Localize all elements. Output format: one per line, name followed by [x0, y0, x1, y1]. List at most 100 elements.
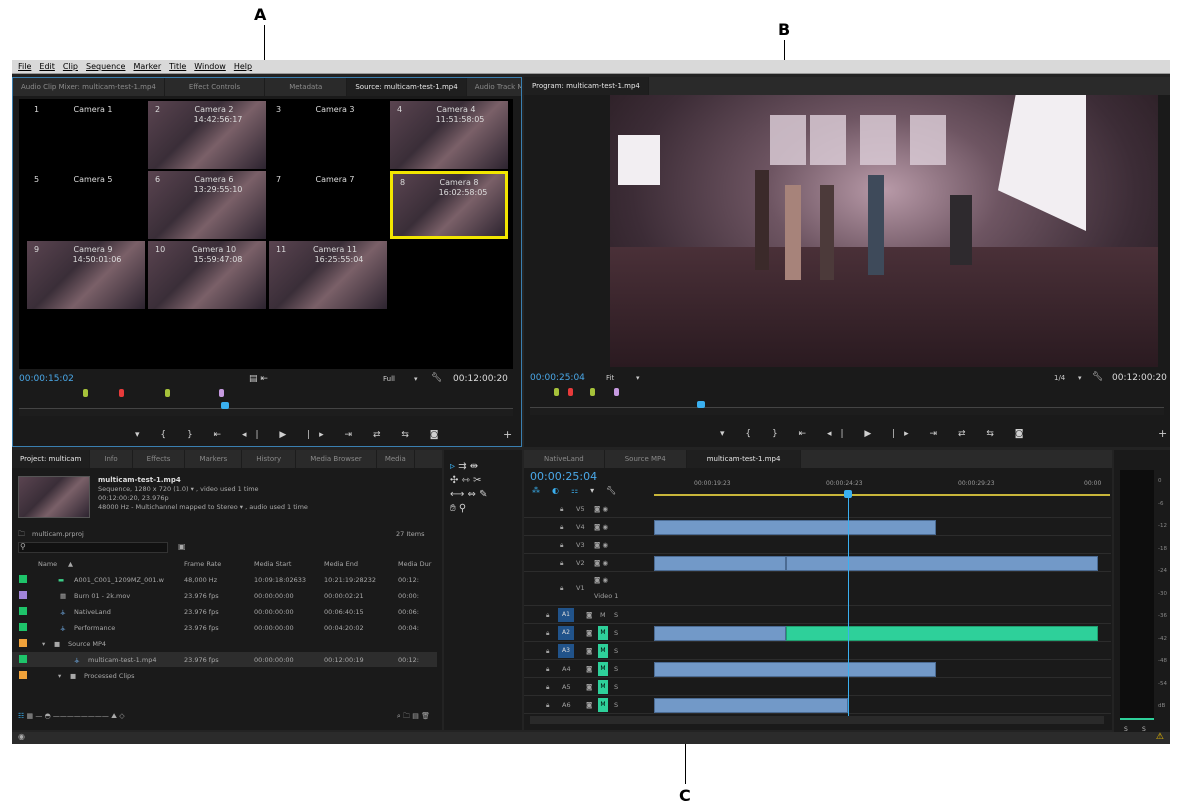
- lock-icon[interactable]: 🔒︎: [560, 505, 563, 514]
- track-v3[interactable]: 🔒︎ V3 ◙ ◉: [524, 536, 1111, 554]
- clip-thumbnail[interactable]: [18, 476, 90, 518]
- warning-icon[interactable]: ⚠: [1156, 732, 1164, 742]
- track-name[interactable]: A1: [558, 608, 574, 622]
- program-time-ruler[interactable]: [530, 407, 1164, 415]
- tab-history[interactable]: History: [242, 450, 297, 468]
- col-media-dur[interactable]: Media Dur: [398, 560, 431, 568]
- ripple-edit-icon[interactable]: ⇹: [470, 461, 478, 472]
- eye-icon[interactable]: ◙ ◉: [594, 541, 608, 549]
- lock-icon[interactable]: 🔒︎: [546, 701, 549, 710]
- project-row-selected[interactable]: ⚶ multicam-test-1.mp4 23.976 fps 00:00:0…: [12, 652, 437, 667]
- tab-media-browser[interactable]: Media Browser: [296, 450, 377, 468]
- eye-icon[interactable]: ◙ ◉: [594, 559, 608, 567]
- lock-icon[interactable]: 🔒︎: [560, 584, 563, 593]
- tab-nativeland[interactable]: NativeLand: [524, 450, 605, 468]
- tab-audio-track-mixer[interactable]: Audio Track M: [467, 78, 521, 96]
- track-a5[interactable]: 🔒︎ A5 ◙ M S: [524, 678, 1111, 696]
- menu-edit[interactable]: Edit: [39, 62, 55, 71]
- timeline-scrollbar[interactable]: [530, 716, 1104, 724]
- menu-clip[interactable]: Clip: [63, 62, 78, 71]
- mute-button[interactable]: M: [598, 698, 608, 712]
- marker[interactable]: [83, 389, 88, 397]
- lock-icon[interactable]: 🔒︎: [560, 559, 563, 568]
- tab-program[interactable]: Program: multicam-test-1.mp4: [524, 77, 649, 95]
- program-transport-controls[interactable]: ▾ { } ⇤ ◂| ▶ |▸ ⇥ ⇄ ⇆ ◙: [720, 429, 1033, 439]
- track-sync-icon[interactable]: ◙: [586, 629, 592, 637]
- menu-marker[interactable]: Marker: [133, 62, 161, 71]
- list-view-icon[interactable]: ☷: [18, 712, 24, 720]
- slide-tool-icon[interactable]: ⇔: [468, 489, 476, 500]
- marker[interactable]: [165, 389, 170, 397]
- lock-icon[interactable]: 🔒︎: [546, 629, 549, 638]
- lock-icon[interactable]: 🔒︎: [546, 647, 549, 656]
- track-v2[interactable]: 🔒︎ V2 ◙ ◉: [524, 554, 1111, 572]
- tab-effects[interactable]: Effects: [133, 450, 186, 468]
- camera-tile-5[interactable]: 5 Camera 5: [27, 171, 145, 239]
- menu-file[interactable]: File: [18, 62, 31, 71]
- mute-button[interactable]: M: [600, 611, 606, 619]
- camera-tile-6[interactable]: 6 Camera 6 13:29:55:10: [148, 171, 266, 239]
- source-add-button[interactable]: +: [503, 428, 512, 441]
- timeline-tool-icons[interactable]: ⁂◐⚏▾🔧︎: [532, 486, 628, 495]
- project-row[interactable]: ▦ Burn 01 - 2k.mov 23.976 fps 00:00:00:0…: [12, 588, 437, 603]
- camera-tile-9[interactable]: 9 Camera 9 14:50:01:06: [27, 241, 145, 309]
- track-select-icon[interactable]: ⇉: [458, 461, 466, 472]
- new-bin-icon[interactable]: ▣: [178, 542, 186, 551]
- hand-tool-icon[interactable]: ✋︎: [450, 503, 456, 514]
- marker[interactable]: [568, 388, 573, 396]
- track-sync-icon[interactable]: ◙: [586, 611, 592, 619]
- audio-clip-selected[interactable]: [786, 626, 1098, 641]
- marker[interactable]: [614, 388, 619, 396]
- rate-stretch-icon[interactable]: ⇿: [462, 475, 470, 486]
- track-a3[interactable]: 🔒︎ A3 ◙ M S: [524, 642, 1111, 660]
- marker[interactable]: [119, 389, 124, 397]
- track-v4[interactable]: 🔒︎ V4 ◙ ◉: [524, 518, 1111, 536]
- solo-button[interactable]: S: [614, 629, 618, 637]
- solo-button[interactable]: S: [614, 611, 618, 619]
- razor-icon[interactable]: ✂: [473, 475, 481, 486]
- tab-info[interactable]: Info: [90, 450, 133, 468]
- track-a1[interactable]: 🔒︎ A1 ◙ M S: [524, 606, 1111, 624]
- slip-tool-icon[interactable]: ⟷: [450, 489, 464, 500]
- lock-icon[interactable]: 🔒︎: [560, 541, 563, 550]
- col-media-start[interactable]: Media Start: [254, 560, 291, 568]
- lock-icon[interactable]: 🔒︎: [546, 611, 549, 620]
- project-row[interactable]: ▾ ■ Source MP4: [12, 636, 437, 651]
- menu-help[interactable]: Help: [234, 62, 252, 71]
- tab-source-mp4[interactable]: Source MP4: [605, 450, 687, 468]
- col-frame-rate[interactable]: Frame Rate: [184, 560, 221, 568]
- tab-effect-controls[interactable]: Effect Controls: [165, 78, 266, 96]
- camera-tile-11[interactable]: 11 Camera 11 16:25:55:04: [269, 241, 387, 309]
- project-search-input[interactable]: [18, 542, 168, 553]
- lock-icon[interactable]: 🔒︎: [546, 683, 549, 692]
- lock-icon[interactable]: 🔒︎: [560, 523, 563, 532]
- tab-metadata[interactable]: Metadata: [265, 78, 348, 96]
- eye-icon[interactable]: ◙ ◉: [594, 505, 608, 513]
- audio-clip[interactable]: [654, 626, 786, 641]
- marker[interactable]: [590, 388, 595, 396]
- col-media-end[interactable]: Media End: [324, 560, 358, 568]
- zoom-slider[interactable]: — ◓ ———————— ⛰ ◇: [35, 712, 124, 720]
- timeline-timecode[interactable]: 00:00:25:04: [530, 470, 597, 483]
- lock-icon[interactable]: 🔒︎: [546, 665, 549, 674]
- footer-actions[interactable]: ⌕ 🗀︎ ▤ 🗑︎: [397, 712, 430, 723]
- source-settings-icon[interactable]: ▤ ⇤: [249, 374, 268, 384]
- pen-tool-icon[interactable]: ✎: [479, 489, 487, 500]
- camera-tile-7[interactable]: 7 Camera 7: [269, 171, 387, 239]
- project-row[interactable]: ⚶ NativeLand 23.976 fps 00:00:00:00 00:0…: [12, 604, 437, 619]
- eye-icon[interactable]: ◙ ◉: [594, 523, 608, 531]
- menu-sequence[interactable]: Sequence: [86, 62, 125, 71]
- track-a2[interactable]: 🔒︎ A2 ◙ M S: [524, 624, 1111, 642]
- mute-button[interactable]: M: [598, 680, 608, 694]
- camera-tile-8-selected[interactable]: 8 Camera 8 16:02:58:05: [390, 171, 508, 239]
- track-a6[interactable]: 🔒︎ A6 ◙ M S: [524, 696, 1111, 714]
- solo-button[interactable]: S: [614, 701, 618, 709]
- tab-audio-clip-mixer[interactable]: Audio Clip Mixer: multicam-test-1.mp4: [13, 78, 165, 96]
- expand-arrow-icon[interactable]: ▾: [42, 640, 45, 648]
- track-name[interactable]: A2: [558, 626, 574, 640]
- source-timecode[interactable]: 00:00:15:02: [19, 374, 74, 384]
- wrench-icon[interactable]: 🔧︎: [431, 373, 442, 383]
- camera-tile-4[interactable]: 4 Camera 4 11:51:58:05: [390, 101, 508, 169]
- project-row[interactable]: ⚶ Performance 23.976 fps 00:00:00:00 00:…: [12, 620, 437, 635]
- track-v1[interactable]: 🔒︎ V1 ◙ ◉ Video 1: [524, 572, 1111, 606]
